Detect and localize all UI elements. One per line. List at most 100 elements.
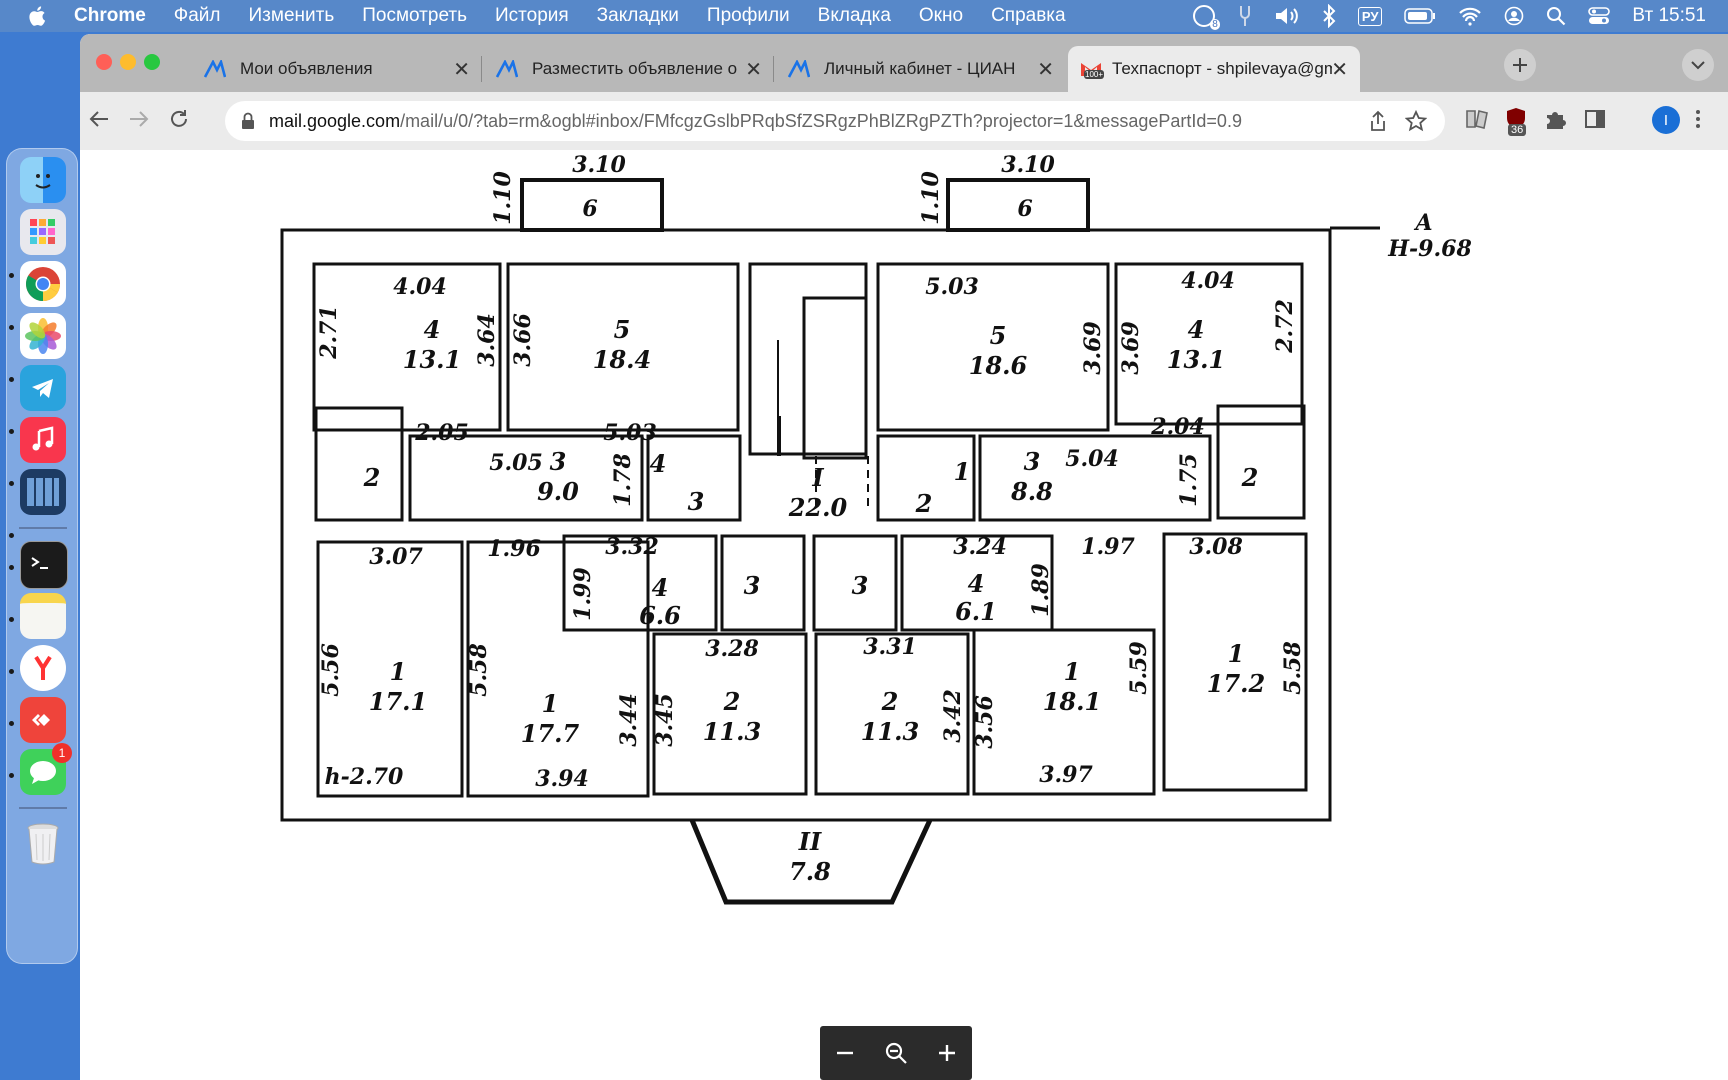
apple-menu-icon[interactable] — [26, 4, 50, 28]
tuning-fork-icon[interactable] — [1238, 4, 1252, 28]
chrome-icon[interactable] — [20, 261, 66, 307]
menu-bookmarks[interactable]: Закладки — [597, 5, 679, 27]
notification-count: 8 — [1210, 19, 1220, 30]
forward-icon[interactable] — [128, 108, 150, 130]
room-number-label: 5 — [614, 315, 631, 344]
address-bar[interactable]: mail.google.com/mail/u/0/?tab=rm&ogbl#in… — [225, 101, 1445, 141]
volume-icon[interactable] — [1274, 5, 1300, 27]
battery-icon[interactable] — [1404, 8, 1436, 24]
dimension-label: 2.04 — [1150, 414, 1205, 440]
dimension-label: 5.04 — [1065, 446, 1119, 472]
room-number-label: 2 — [881, 687, 899, 716]
bookmark-star-icon[interactable] — [1405, 110, 1427, 132]
menu-app-name[interactable]: Chrome — [74, 5, 146, 27]
share-icon[interactable] — [1369, 110, 1387, 132]
finder-icon[interactable] — [20, 157, 66, 203]
reading-list-icon[interactable] — [1465, 108, 1489, 130]
dock-separator — [19, 807, 67, 809]
input-source-indicator[interactable]: РУ — [1357, 6, 1383, 26]
url-text[interactable]: mail.google.com/mail/u/0/?tab=rm&ogbl#in… — [269, 111, 1269, 132]
more-menu-icon[interactable] — [1694, 108, 1702, 130]
room-area-label: 9.0 — [537, 477, 579, 506]
dimension-label: 1.97 — [1081, 534, 1135, 560]
menu-window[interactable]: Окно — [919, 5, 963, 27]
menu-edit[interactable]: Изменить — [249, 5, 335, 27]
ublock-extension-icon[interactable]: 36 — [1504, 106, 1528, 136]
dimension-label: 5.56 — [318, 643, 344, 697]
tab-close-icon[interactable]: ✕ — [1037, 57, 1054, 82]
side-panel-icon[interactable] — [1584, 108, 1606, 130]
menu-profiles[interactable]: Профили — [707, 5, 790, 27]
wifi-icon[interactable] — [1458, 6, 1482, 26]
tab-close-icon[interactable]: ✕ — [453, 57, 470, 82]
terminal-icon[interactable] — [20, 541, 68, 589]
tab-post-listing[interactable]: Разместить объявление о пр ✕ — [484, 46, 774, 92]
profile-avatar[interactable]: I — [1652, 106, 1680, 134]
room-number-label: 2 — [915, 489, 933, 518]
tab-techpassport-gmail[interactable]: 100+ Техпаспорт - shpilevaya@gma ✕ — [1068, 46, 1360, 92]
tab-cian-account[interactable]: Личный кабинет - ЦИАН ✕ — [776, 46, 1066, 92]
tab-close-icon[interactable]: ✕ — [1331, 57, 1348, 82]
tab-my-listings[interactable]: Мои объявления ✕ — [192, 46, 482, 92]
close-window-button[interactable] — [96, 54, 112, 70]
reload-icon[interactable] — [168, 108, 190, 130]
dimension-label: 2.05 — [414, 420, 469, 446]
dimension-label: 3.42 — [940, 689, 966, 743]
plus-icon — [1513, 58, 1527, 72]
menu-history[interactable]: История — [495, 5, 569, 27]
balcony-number-label: 6 — [1017, 196, 1032, 222]
tab-close-icon[interactable]: ✕ — [745, 57, 762, 82]
menu-tab[interactable]: Вкладка — [818, 5, 891, 27]
bluetooth-icon[interactable] — [1322, 4, 1336, 28]
dimension-label: 3.07 — [369, 544, 423, 570]
menubar-clock[interactable]: Вт 15:51 — [1632, 5, 1706, 27]
photos-icon[interactable] — [20, 313, 66, 359]
launchpad-icon[interactable] — [20, 209, 66, 255]
new-tab-button[interactable] — [1504, 49, 1536, 81]
room-number-label: 4 — [1188, 315, 1205, 344]
zoom-reset-button[interactable] — [876, 1033, 916, 1073]
zoom-in-button[interactable] — [927, 1033, 967, 1073]
music-icon[interactable] — [20, 417, 66, 463]
running-indicator — [9, 273, 14, 278]
notification-center-icon[interactable]: 8 — [1192, 4, 1220, 30]
dimension-label: 1.99 — [570, 567, 596, 621]
room-number-label: 3 — [744, 571, 761, 600]
chrome-window: Мои объявления ✕ Разместить объявление о… — [80, 34, 1728, 1080]
tab-search-button[interactable] — [1682, 49, 1714, 81]
trash-icon[interactable] — [20, 821, 66, 867]
yandex-browser-icon[interactable] — [20, 645, 66, 691]
room-number-label: 4 — [652, 573, 669, 602]
messages-unread-badge: 1 — [52, 743, 72, 763]
anydesk-icon[interactable] — [20, 697, 66, 743]
dimension-label: 3.31 — [863, 634, 917, 660]
back-icon[interactable] — [88, 108, 110, 130]
attachment-viewer: 3.10 1.10 6 3.10 1.10 6 A H-9.68 4.04 2.… — [80, 150, 1728, 1080]
zoom-window-button[interactable] — [144, 54, 160, 70]
running-indicator — [9, 377, 14, 382]
dimension-label: 3.45 — [652, 693, 678, 747]
room-number-label: 5 — [990, 321, 1007, 350]
running-indicator — [9, 565, 14, 570]
ceiling-height-label: h-2.70 — [325, 764, 404, 790]
control-center-icon[interactable] — [1588, 6, 1611, 26]
running-indicator — [9, 481, 14, 486]
zoom-out-button[interactable] — [825, 1033, 865, 1073]
dimension-label: 3.94 — [535, 766, 589, 792]
spotlight-search-icon[interactable] — [1546, 6, 1566, 26]
room-area-label: 11.3 — [861, 717, 919, 746]
messages-icon[interactable]: 1 — [20, 743, 72, 795]
room-number-label: I — [811, 463, 824, 492]
lock-icon[interactable] — [241, 112, 255, 130]
room-area-label: 17.7 — [521, 719, 580, 748]
minimize-window-button[interactable] — [120, 54, 136, 70]
calculator-icon[interactable] — [20, 469, 66, 515]
notes-icon[interactable] — [20, 593, 66, 639]
extensions-puzzle-icon[interactable] — [1544, 108, 1566, 130]
menu-help[interactable]: Справка — [991, 5, 1066, 27]
telegram-icon[interactable] — [20, 365, 66, 411]
user-switch-icon[interactable] — [1504, 6, 1524, 26]
menu-file[interactable]: Файл — [174, 5, 221, 27]
menu-view[interactable]: Посмотреть — [362, 5, 467, 27]
room-number-label: 1 — [1064, 657, 1081, 686]
